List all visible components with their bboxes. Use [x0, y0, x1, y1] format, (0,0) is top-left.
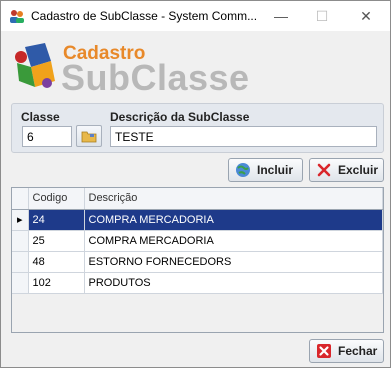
cell-codigo: 102: [28, 272, 85, 294]
cell-codigo: 24: [28, 209, 85, 231]
cell-descricao: COMPRA MERCADORIA: [84, 209, 383, 231]
table-row[interactable]: 48 ESTORNO FORNECEDORS: [12, 251, 383, 273]
classe-input[interactable]: 6: [22, 126, 72, 147]
exit-icon: [316, 343, 332, 359]
maximize-icon: ☐: [315, 7, 329, 24]
fechar-label: Fechar: [338, 344, 378, 358]
incluir-label: Incluir: [257, 163, 294, 177]
globe-icon: [235, 162, 251, 178]
form-panel: Classe Descrição da SubClasse 6 TESTE: [11, 103, 384, 153]
cell-descricao: PRODUTOS: [84, 272, 383, 294]
title-bar[interactable]: Cadastro de SubClasse - System Comm... —…: [1, 1, 390, 31]
current-row-arrow-icon: ▸: [12, 209, 29, 231]
maximize-button[interactable]: ☐: [304, 1, 340, 31]
classe-label: Classe: [21, 110, 60, 124]
minimize-button[interactable]: —: [263, 1, 299, 31]
cell-codigo: 48: [28, 251, 85, 273]
minimize-icon: —: [274, 8, 288, 24]
column-header-codigo[interactable]: Codigo: [28, 188, 85, 210]
close-button[interactable]: ✕: [348, 1, 384, 31]
logo-main-text: SubClasse: [61, 57, 250, 98]
cell-descricao: COMPRA MERCADORIA: [84, 230, 383, 252]
window-title: Cadastro de SubClasse - System Comm...: [31, 9, 258, 23]
row-indicator-header: [12, 188, 29, 210]
folder-icon: [81, 131, 97, 143]
cell-descricao: ESTORNO FORNECEDORS: [84, 251, 383, 273]
excluir-button[interactable]: Excluir: [309, 158, 384, 182]
grid-header-row: Codigo Descrição: [12, 188, 383, 210]
row-indicator: [12, 230, 29, 252]
browse-classe-button[interactable]: [76, 125, 102, 147]
descricao-label: Descrição da SubClasse: [110, 110, 250, 124]
descricao-input[interactable]: TESTE: [110, 126, 377, 147]
table-row[interactable]: ▸ 24 COMPRA MERCADORIA: [12, 209, 383, 231]
close-icon: ✕: [360, 7, 372, 24]
fechar-button[interactable]: Fechar: [309, 339, 384, 363]
incluir-button[interactable]: Incluir: [228, 158, 303, 182]
table-row[interactable]: 25 COMPRA MERCADORIA: [12, 230, 383, 252]
excluir-label: Excluir: [338, 163, 379, 177]
people-icon: [10, 10, 24, 23]
table-row[interactable]: 102 PRODUTOS: [12, 272, 383, 294]
delete-x-icon: [316, 162, 332, 178]
row-indicator: [12, 272, 29, 294]
app-window: Cadastro de SubClasse - System Comm... —…: [0, 0, 391, 368]
cell-codigo: 25: [28, 230, 85, 252]
header-logo: Cadastro SubClasse: [11, 41, 271, 98]
column-header-descricao[interactable]: Descrição: [84, 188, 383, 210]
shapes-logo-icon: [15, 43, 55, 88]
row-indicator: [12, 251, 29, 273]
subclasse-grid[interactable]: Codigo Descrição ▸ 24 COMPRA MERCADORIA …: [11, 187, 384, 333]
